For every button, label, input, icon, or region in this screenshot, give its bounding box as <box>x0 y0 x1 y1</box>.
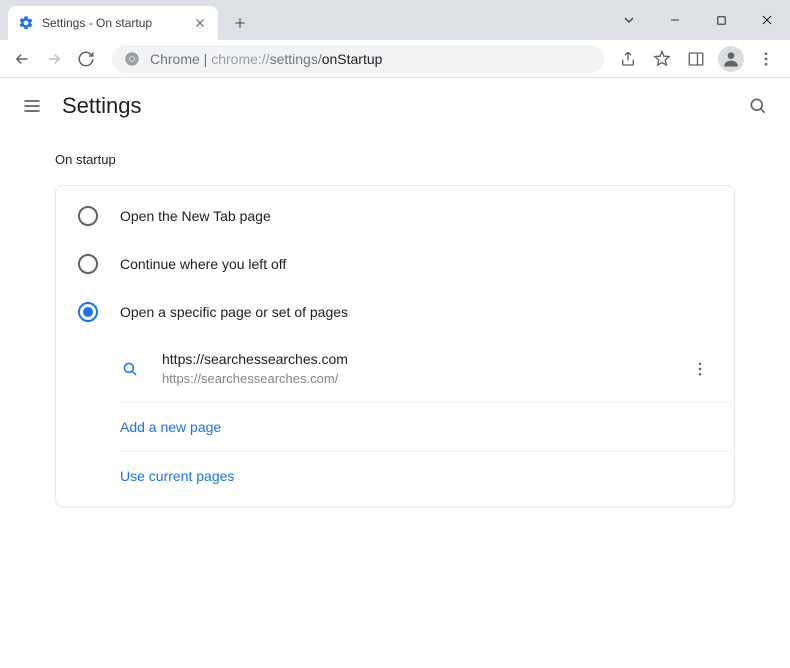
window-controls <box>606 0 790 40</box>
settings-content: On startup Open the New Tab page Continu… <box>0 134 790 525</box>
page-entry-url: https://searchessearches.com/ <box>162 370 688 388</box>
startup-page-entry: https://searchessearches.com https://sea… <box>120 336 734 402</box>
use-current-pages-link[interactable]: Use current pages <box>120 451 734 500</box>
option-new-tab[interactable]: Open the New Tab page <box>56 192 734 240</box>
side-panel-icon[interactable] <box>684 47 708 71</box>
startup-card: Open the New Tab page Continue where you… <box>55 185 735 507</box>
profile-avatar[interactable] <box>718 46 744 72</box>
reload-button[interactable] <box>72 45 100 73</box>
new-tab-button[interactable] <box>226 9 254 37</box>
window-titlebar: Settings - On startup <box>0 0 790 40</box>
browser-toolbar: Chrome | chrome://settings/onStartup <box>0 40 790 78</box>
page-entry-title: https://searchessearches.com <box>162 350 688 370</box>
radio-icon-selected <box>78 302 98 322</box>
url-text: Chrome | chrome://settings/onStartup <box>150 51 382 67</box>
search-icon <box>120 359 140 379</box>
hamburger-menu-icon[interactable] <box>20 94 44 118</box>
browser-tab[interactable]: Settings - On startup <box>8 6 218 40</box>
minimize-button[interactable] <box>652 0 698 40</box>
maximize-button[interactable] <box>698 0 744 40</box>
settings-header: Settings <box>0 78 790 134</box>
page-entry-menu-icon[interactable] <box>688 360 712 378</box>
tab-title: Settings - On startup <box>42 16 192 30</box>
radio-icon <box>78 206 98 226</box>
search-icon[interactable] <box>746 94 770 118</box>
add-new-page-link[interactable]: Add a new page <box>120 402 734 451</box>
close-tab-icon[interactable] <box>192 15 208 31</box>
section-title: On startup <box>55 152 735 167</box>
chrome-icon <box>124 51 140 67</box>
radio-label: Open the New Tab page <box>120 208 271 224</box>
chevron-down-icon[interactable] <box>606 0 652 40</box>
radio-label: Open a specific page or set of pages <box>120 304 348 320</box>
option-continue[interactable]: Continue where you left off <box>56 240 734 288</box>
option-specific-pages[interactable]: Open a specific page or set of pages <box>56 288 734 336</box>
gear-icon <box>18 15 34 31</box>
bookmark-star-icon[interactable] <box>650 47 674 71</box>
radio-label: Continue where you left off <box>120 256 286 272</box>
share-icon[interactable] <box>616 47 640 71</box>
kebab-menu-icon[interactable] <box>754 47 778 71</box>
radio-icon <box>78 254 98 274</box>
address-bar[interactable]: Chrome | chrome://settings/onStartup <box>112 45 604 73</box>
page-title: Settings <box>62 93 142 119</box>
close-window-button[interactable] <box>744 0 790 40</box>
forward-button[interactable] <box>40 45 68 73</box>
back-button[interactable] <box>8 45 36 73</box>
